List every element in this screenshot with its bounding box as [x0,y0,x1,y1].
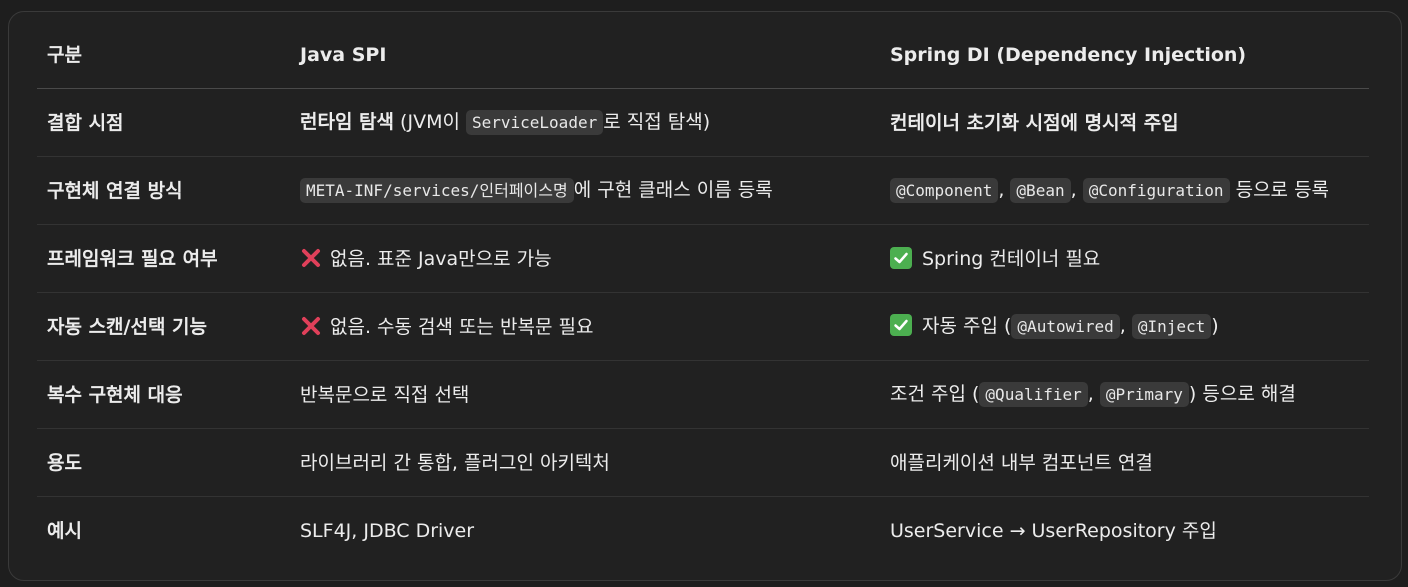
spi-cell: 라이브러리 간 통합, 플러그인 아키텍처 [290,428,880,497]
row-label: 프레임워크 필요 여부 [37,224,290,293]
inline-code: @Qualifier [979,382,1088,407]
spi-cell: 없음. 표준 Java만으로 가능 [290,224,880,293]
spi-cell: 반복문으로 직접 선택 [290,360,880,429]
spi-strong-text: 런타임 탐색 [300,111,395,133]
di-cell: 조건 주입 (@Qualifier, @Primary) 등으로 해결 [880,360,1369,429]
spi-text: 로 직접 탐색) [603,111,711,133]
comparison-card: 구분 Java SPI Spring DI (Dependency Inject… [8,11,1402,581]
di-cell: UserService → UserRepository 주입 [890,519,1217,542]
spi-cell: SLF4J, JDBC Driver [300,519,475,542]
inline-code: @Inject [1131,314,1212,339]
di-text: 등으로 등록 [1229,179,1330,201]
header-java-spi: Java SPI [290,22,880,89]
inline-code: @Bean [1010,178,1071,203]
check-mark-icon [890,314,912,336]
separator: , [1119,315,1132,337]
comparison-table: 구분 Java SPI Spring DI (Dependency Inject… [37,22,1369,564]
inline-code: META-INF/services/인터페이스명 [300,178,574,203]
row-label: 예시 [47,519,82,542]
di-text: Spring 컨테이너 필요 [922,247,1101,270]
di-cell: @Component, @Bean, @Configuration 등으로 등록 [880,156,1369,225]
separator: , [1070,179,1083,201]
row-label: 복수 구현체 대응 [37,360,290,429]
di-text: 자동 주입 ( [922,315,1012,337]
spi-cell: META-INF/services/인터페이스명 에 구현 클래스 이름 등록 [290,156,880,225]
cross-mark-icon [300,315,322,337]
di-cell: 컨테이너 초기화 시점에 명시적 주입 [880,88,1369,157]
spi-cell: 없음. 수동 검색 또는 반복문 필요 [290,292,880,361]
cross-mark-icon [300,247,322,269]
di-cell: 자동 주입 (@Autowired, @Inject) [880,292,1369,361]
row-label: 용도 [37,428,290,497]
spi-text: 에 구현 클래스 이름 등록 [573,179,773,201]
table-row: 자동 스캔/선택 기능 없음. 수동 검색 또는 반복문 필요 자동 주입 (@… [37,292,1369,361]
table-header-row: 구분 Java SPI Spring DI (Dependency Inject… [37,22,1369,89]
inline-code: @Component [890,178,999,203]
table-row: 결합 시점 런타임 탐색 (JVM이 ServiceLoader 로 직접 탐색)… [37,88,1369,157]
di-text: ) 등으로 해결 [1188,383,1296,405]
row-label: 결합 시점 [37,88,290,157]
inline-code: ServiceLoader [465,110,604,135]
row-label: 구현체 연결 방식 [37,156,290,225]
separator: , [998,179,1011,201]
header-spring-di: Spring DI (Dependency Injection) [880,22,1369,89]
di-text: 조건 주입 ( [890,383,980,405]
spi-text: 없음. 표준 Java만으로 가능 [330,247,552,270]
check-mark-icon [890,246,912,269]
di-cell: Spring 컨테이너 필요 [880,224,1369,293]
header-category: 구분 [37,22,290,89]
table-row: 복수 구현체 대응 반복문으로 직접 선택 조건 주입 (@Qualifier,… [37,360,1369,429]
spi-cell: 런타임 탐색 (JVM이 ServiceLoader 로 직접 탐색) [290,88,880,157]
table-row: 용도 라이브러리 간 통합, 플러그인 아키텍처 애플리케이션 내부 컴포넌트 … [37,428,1369,497]
inline-code: @Configuration [1082,178,1230,203]
di-text: ) [1211,315,1219,337]
inline-code: @Primary [1099,382,1189,407]
table-row: 구현체 연결 방식 META-INF/services/인터페이스명 에 구현 클… [37,156,1369,225]
inline-code: @Autowired [1011,314,1120,339]
separator: , [1087,383,1100,405]
spi-text: 없음. 수동 검색 또는 반복문 필요 [330,315,594,338]
spi-text: (JVM이 [394,111,466,133]
table-row: 프레임워크 필요 여부 없음. 표준 Java만으로 가능 Spring 컨테이… [37,224,1369,293]
table-row: 예시 SLF4J, JDBC Driver UserService → User… [37,497,1369,565]
di-cell: 애플리케이션 내부 컴포넌트 연결 [880,428,1369,497]
row-label: 자동 스캔/선택 기능 [37,292,290,361]
